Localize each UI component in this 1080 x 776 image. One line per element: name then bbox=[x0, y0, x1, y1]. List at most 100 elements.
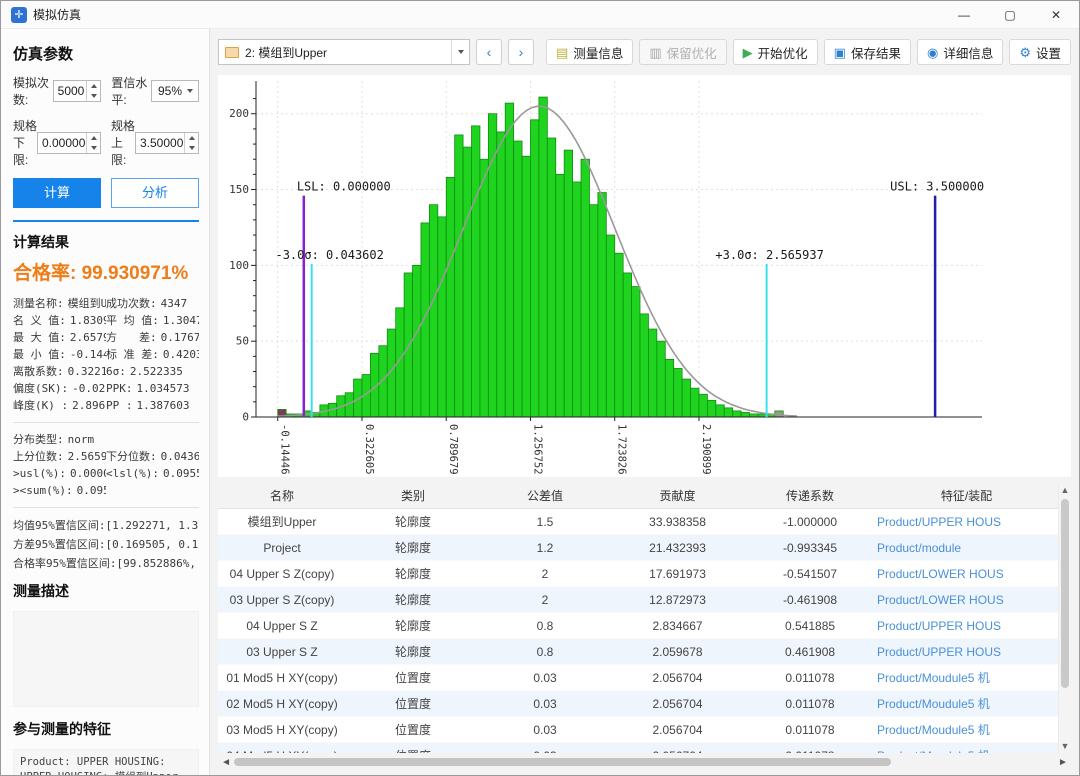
features-box: Product: UPPER HOUSING: UPPER HOUSING: 模… bbox=[13, 749, 199, 776]
stat-label: 成功次数: bbox=[106, 295, 157, 312]
stat-cell: 上分位数:2.565937 bbox=[13, 448, 106, 465]
confidence-select[interactable]: 95% bbox=[151, 80, 199, 102]
save-results-button[interactable]: ▣保存结果 bbox=[824, 39, 911, 65]
assembly-link[interactable]: Product/Moudule5 机 bbox=[875, 669, 1058, 686]
stat-value: 0.176727 bbox=[161, 329, 199, 346]
table-row[interactable]: 01 Mod5 H XY(copy)位置度0.032.0567040.01107… bbox=[218, 665, 1058, 691]
spin-down-icon[interactable] bbox=[87, 91, 100, 101]
assembly-link[interactable]: Product/LOWER HOUS bbox=[875, 567, 1058, 581]
stat-cell: 峰度(K) :2.896642 bbox=[13, 397, 106, 414]
scroll-down-icon[interactable]: ▼ bbox=[1059, 739, 1071, 753]
stat-cell: >usl(%):0.000009% bbox=[13, 465, 106, 482]
confidence-interval-line: 方差95%置信区间:[0.169505, 0.184378] bbox=[13, 535, 199, 554]
assembly-link[interactable]: Product/LOWER HOUS bbox=[875, 593, 1058, 607]
spin-down-icon[interactable] bbox=[185, 143, 198, 153]
table-row[interactable]: 03 Mod5 H XY(copy)位置度0.032.0567040.01107… bbox=[218, 717, 1058, 743]
table-cell: 04 Upper S Z bbox=[218, 619, 346, 633]
stat-cell: <lsl(%):0.095552% bbox=[106, 465, 199, 482]
assembly-link[interactable]: Product/UPPER HOUS bbox=[875, 619, 1058, 633]
table-cell: 轮廓度 bbox=[346, 591, 480, 608]
horizontal-scrollbar[interactable]: ◄ ► bbox=[218, 755, 1071, 769]
stat-row: 离散系数:0.3221946σ:2.522335 bbox=[13, 363, 199, 380]
table-row[interactable]: 模组到Upper轮廓度1.533.938358-1.000000Product/… bbox=[218, 509, 1058, 535]
vscroll-thumb[interactable] bbox=[1061, 499, 1069, 688]
column-header-3[interactable]: 贡献度 bbox=[610, 487, 745, 504]
table-row[interactable]: 03 Upper S Z(copy)轮廓度212.872973-0.461908… bbox=[218, 587, 1058, 613]
table-cell: 0.011078 bbox=[745, 749, 875, 754]
gear-icon: ⚙ bbox=[1019, 46, 1031, 59]
notebook-icon: ▤ bbox=[556, 46, 568, 59]
column-header-0[interactable]: 名称 bbox=[218, 487, 346, 504]
scroll-up-icon[interactable]: ▲ bbox=[1059, 483, 1071, 497]
stat-value: 0.043602 bbox=[161, 448, 199, 465]
stat-label: 测量名称: bbox=[13, 295, 64, 312]
measurement-selector-value: 2: 模组到Upper bbox=[245, 44, 451, 61]
chevron-down-icon[interactable] bbox=[182, 81, 198, 101]
stat-value: 1.830901 bbox=[70, 312, 106, 329]
assembly-link[interactable]: Product/UPPER HOUS bbox=[875, 645, 1058, 659]
stat-label: 6σ: bbox=[106, 363, 126, 380]
table-cell: 位置度 bbox=[346, 721, 480, 738]
stat-value: 2.522335 bbox=[130, 363, 183, 380]
table-row[interactable]: 04 Upper S Z轮廓度0.82.8346670.541885Produc… bbox=[218, 613, 1058, 639]
table-cell: 轮廓度 bbox=[346, 565, 480, 582]
table-row[interactable]: 02 Mod5 H XY(copy)位置度0.032.0567040.01107… bbox=[218, 691, 1058, 717]
table-cell: 01 Mod5 H XY(copy) bbox=[218, 671, 346, 685]
column-header-4[interactable]: 传递系数 bbox=[745, 487, 875, 504]
table-cell: 1.5 bbox=[480, 515, 610, 529]
sim-count-spinner[interactable]: 5000 bbox=[53, 80, 102, 102]
scroll-right-icon[interactable]: ► bbox=[1055, 757, 1071, 768]
stat-row: 测量名称:模组到Upper成功次数:4347 bbox=[13, 295, 199, 312]
assembly-link[interactable]: Product/UPPER HOUS bbox=[875, 515, 1058, 529]
analyze-button[interactable]: 分析 bbox=[111, 178, 199, 208]
chevron-down-icon[interactable] bbox=[451, 40, 469, 64]
spin-up-icon[interactable] bbox=[87, 81, 100, 91]
column-header-1[interactable]: 类别 bbox=[346, 487, 480, 504]
usl-label: 规格上限: bbox=[111, 117, 135, 168]
close-button[interactable]: ✕ bbox=[1033, 1, 1079, 28]
histogram-svg: 050100150200-0.1444690.3226050.7896791.2… bbox=[218, 75, 990, 475]
settings-button-label: 设置 bbox=[1036, 43, 1061, 62]
usl-value[interactable]: 3.50000 bbox=[136, 133, 184, 153]
spin-down-icon[interactable] bbox=[87, 143, 100, 153]
lsl-value[interactable]: 0.00000 bbox=[38, 133, 86, 153]
column-header-5[interactable]: 特征/装配 bbox=[875, 487, 1058, 504]
start-optimize-button[interactable]: ▶开始优化 bbox=[733, 39, 818, 65]
table-cell: 0.8 bbox=[480, 619, 610, 633]
measurement-selector[interactable]: 2: 模组到Upper bbox=[218, 39, 470, 65]
usl-spinner[interactable]: 3.50000 bbox=[135, 132, 199, 154]
measure-info-button[interactable]: ▤测量信息 bbox=[546, 39, 633, 65]
table-row[interactable]: Project轮廓度1.221.432393-0.993345Product/m… bbox=[218, 535, 1058, 561]
assembly-link[interactable]: Product/module bbox=[875, 541, 1058, 555]
stat-label: <lsl(%): bbox=[106, 465, 159, 482]
details-button[interactable]: ◉详细信息 bbox=[917, 39, 1003, 65]
assembly-link[interactable]: Product/Moudule5 机 bbox=[875, 695, 1058, 712]
results-panel: 2: 模组到Upper ‹ › ▤测量信息▥保留优化▶开始优化▣保存结果◉详细信… bbox=[210, 29, 1079, 776]
scroll-left-icon[interactable]: ◄ bbox=[218, 757, 234, 768]
table-row[interactable]: 03 Upper S Z轮廓度0.82.0596780.461908Produc… bbox=[218, 639, 1058, 665]
svg-text:LSL: 0.000000: LSL: 0.000000 bbox=[297, 180, 391, 194]
calculate-button[interactable]: 计算 bbox=[13, 178, 101, 208]
column-header-2[interactable]: 公差值 bbox=[480, 487, 610, 504]
assembly-link[interactable]: Product/Moudule5 机 bbox=[875, 747, 1058, 753]
next-measurement-button[interactable]: › bbox=[508, 39, 534, 65]
hscroll-thumb[interactable] bbox=[234, 758, 891, 766]
table-cell: 0.8 bbox=[480, 645, 610, 659]
prev-measurement-button[interactable]: ‹ bbox=[476, 39, 502, 65]
maximize-button[interactable]: ▢ bbox=[987, 1, 1033, 28]
distribution-grid: 分布类型:norm上分位数:2.565937下分位数:0.043602>usl(… bbox=[13, 431, 199, 499]
stat-cell: PP :1.387603 bbox=[106, 397, 199, 414]
lsl-spinner[interactable]: 0.00000 bbox=[37, 132, 101, 154]
settings-button[interactable]: ⚙ 设置 bbox=[1009, 39, 1071, 65]
minimize-button[interactable]: — bbox=[941, 1, 987, 28]
spin-up-icon[interactable] bbox=[185, 133, 198, 143]
vertical-scrollbar[interactable]: ▲ ▼ bbox=[1058, 483, 1071, 753]
table-row[interactable]: 04 Upper S Z(copy)轮廓度217.691973-0.541507… bbox=[218, 561, 1058, 587]
svg-text:+3.0σ: 2.565937: +3.0σ: 2.565937 bbox=[715, 248, 823, 262]
measure-description-box[interactable] bbox=[13, 611, 199, 707]
table-cell: 03 Upper S Z(copy) bbox=[218, 593, 346, 607]
sim-count-value[interactable]: 5000 bbox=[54, 81, 87, 101]
assembly-link[interactable]: Product/Moudule5 机 bbox=[875, 721, 1058, 738]
spin-up-icon[interactable] bbox=[87, 133, 100, 143]
table-row[interactable]: 04 Mod5 H XY(copy)位置度0.032.0567040.01107… bbox=[218, 743, 1058, 753]
